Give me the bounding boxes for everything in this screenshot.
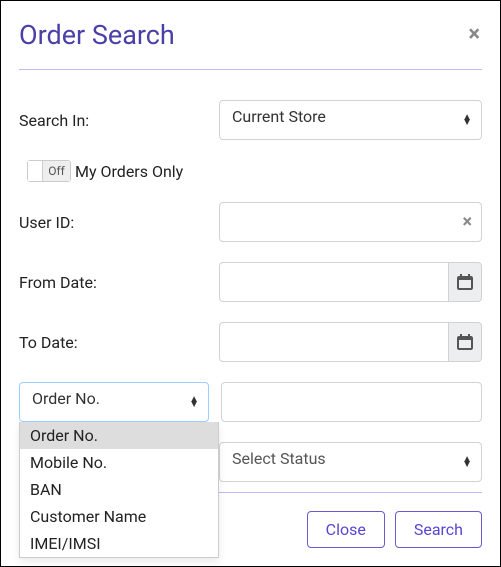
order-search-modal: Order Search × Search In: Current Store … [1,1,500,566]
from-date-calendar-button[interactable] [448,262,482,302]
my-orders-label: My Orders Only [75,162,183,181]
user-id-row: User ID: × [19,202,482,242]
from-date-input[interactable] [219,262,448,302]
search-value-wrap [221,382,482,422]
status-select[interactable]: Select Status [219,442,482,482]
to-date-label: To Date: [19,333,219,352]
dropdown-option-mobile-no[interactable]: Mobile No. [20,449,218,476]
calendar-icon [457,274,473,290]
toggle-state-label: Off [42,161,70,181]
dropdown-option-ban[interactable]: BAN [20,476,218,503]
search-type-select-wrap: Order No. ▲▼ Order No. Mobile No. BAN Cu… [19,382,209,422]
search-in-select-wrap: Current Store ▲▼ [219,100,482,140]
my-orders-row: Off My Orders Only [19,160,482,182]
search-in-select[interactable]: Current Store [219,100,482,140]
toggle-knob [28,161,42,181]
clear-icon[interactable]: × [462,212,472,233]
search-button[interactable]: Search [395,511,482,548]
close-icon[interactable]: × [466,24,482,46]
to-date-calendar-button[interactable] [448,322,482,362]
search-type-select[interactable]: Order No. [19,382,209,422]
user-id-input-wrap: × [219,202,482,242]
dropdown-option-customer-name[interactable]: Customer Name [20,503,218,530]
from-date-row: From Date: [19,262,482,302]
close-button[interactable]: Close [307,511,385,548]
status-select-wrap: Select Status ▲▼ [219,442,482,482]
search-type-row: Order No. ▲▼ Order No. Mobile No. BAN Cu… [19,382,482,422]
user-id-input[interactable] [219,202,482,242]
search-in-label: Search In: [19,111,219,130]
calendar-icon [457,334,473,350]
modal-title: Order Search [19,19,175,51]
to-date-input[interactable] [219,322,448,362]
search-in-row: Search In: Current Store ▲▼ [19,100,482,140]
dropdown-option-imei-imsi[interactable]: IMEI/IMSI [20,530,218,557]
my-orders-toggle[interactable]: Off [27,160,71,182]
user-id-label: User ID: [19,213,219,232]
search-value-input[interactable] [221,382,482,422]
from-date-label: From Date: [19,273,219,292]
from-date-wrap [219,262,482,302]
dropdown-option-order-no[interactable]: Order No. [20,422,218,449]
to-date-wrap [219,322,482,362]
search-type-dropdown: Order No. Mobile No. BAN Customer Name I… [19,422,219,558]
to-date-row: To Date: [19,322,482,362]
modal-header: Order Search × [19,1,482,70]
form-body: Search In: Current Store ▲▼ Off My Order… [19,70,482,482]
